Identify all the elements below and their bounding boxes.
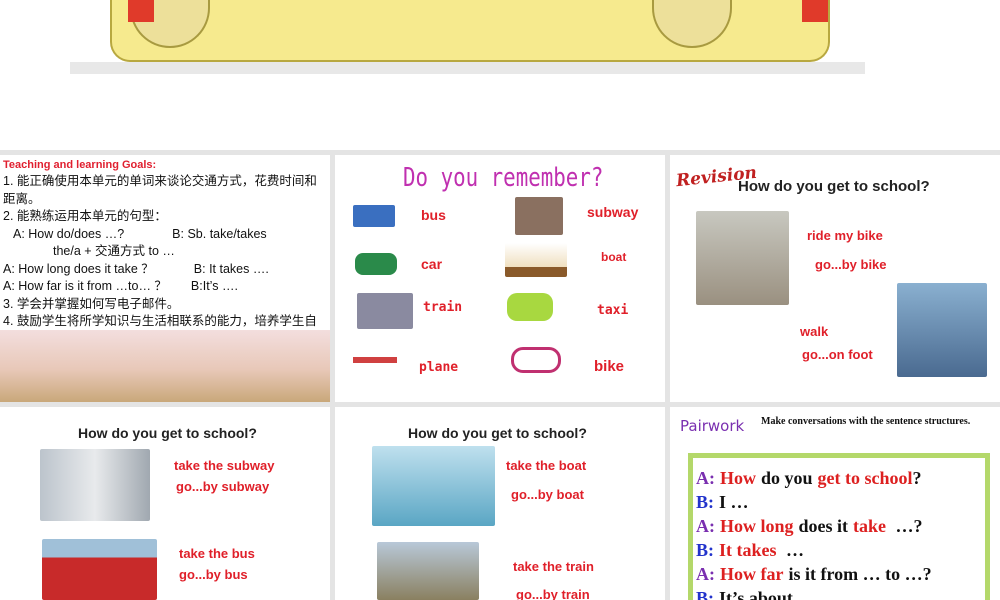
conversation-text: ? <box>912 468 922 488</box>
bus-photo <box>42 539 157 600</box>
taxi-picture <box>507 293 553 321</box>
goal-line: B: Sb. take/takes <box>172 226 267 241</box>
word-train: train <box>423 300 463 315</box>
subway-picture <box>515 197 563 235</box>
boat-picture <box>505 243 567 277</box>
word-plane: plane <box>419 360 459 375</box>
goal-line: the/a + 交通方式 to … <box>53 244 175 258</box>
slide-title: How do you get to school? <box>78 425 257 441</box>
goal-line: A: How long does it take ？ <box>3 261 154 276</box>
speaker-label: B: <box>696 492 714 512</box>
goal-line: A: How do/does …? <box>13 226 125 241</box>
word-subway: subway <box>587 204 639 220</box>
conversation-text: How <box>720 468 756 488</box>
girl-on-bike-photo <box>696 211 789 305</box>
goal-line: B: It takes …. <box>193 261 269 276</box>
goals-title: Teaching and learning Goals: <box>3 159 157 171</box>
conversation-text: I … <box>719 492 749 512</box>
car-shadow <box>70 62 865 74</box>
pairwork-title: Pairwork <box>680 417 745 435</box>
conversation-box: A: How do you get to school? B: I … A: How long… <box>688 453 990 600</box>
car-slide-top <box>0 0 1000 150</box>
conversation-text: does it <box>798 516 849 536</box>
phrase-by-bus: go...by bus <box>179 567 248 582</box>
phrase-by-train: go...by train <box>516 587 590 600</box>
boat-train-slide: How do you get to school? take the boat … <box>335 407 665 600</box>
phrase-take-boat: take the boat <box>506 458 587 473</box>
conversation-text: It’s about <box>719 588 793 600</box>
slide-title: How do you get to school? <box>408 425 587 441</box>
conversation-line: B: It’s about <box>696 586 985 600</box>
goal-line: 1. 能正确使用本单元的单词来谈论交通方式，花费时间和距离。 <box>3 174 317 206</box>
word-bike: bike <box>594 358 625 375</box>
conversation-line: A: How do you get to school? <box>696 466 985 490</box>
boat-photo <box>372 446 495 526</box>
conversation-text: take <box>853 516 887 536</box>
students-walking-illustration <box>0 330 330 402</box>
conversation-text: How far <box>720 564 784 584</box>
conversation-text: How long <box>720 516 794 536</box>
phrase-ride-my-bike: ride my bike <box>807 228 883 243</box>
word-car: car <box>421 256 443 272</box>
plane-picture <box>353 345 397 375</box>
conversation-line: A: How long does it take …? <box>696 514 985 538</box>
conversation-line: B: I … <box>696 490 985 514</box>
speaker-label: A: <box>696 564 715 584</box>
conversation-line: B: It takes … <box>696 538 985 562</box>
conversation-line: A: How far is it from … to …? <box>696 562 985 586</box>
revision-slide: Revision How do you get to school? ride … <box>670 155 1000 402</box>
goal-line: 2. 能熟练运用本单元的句型： <box>3 209 167 223</box>
conversation-text: It takes <box>719 540 777 560</box>
phrase-on-foot: go...on foot <box>802 347 873 362</box>
revision-title: How do you get to school? <box>738 178 930 195</box>
phrase-by-subway: go...by subway <box>176 479 270 494</box>
speaker-label: B: <box>696 588 714 600</box>
subway-photo <box>40 449 150 521</box>
vocab-slide: Do you remember? bus subway car boat tra… <box>335 155 665 402</box>
conversation-text: … <box>781 540 804 560</box>
conversation-text: do you <box>761 468 813 488</box>
vocab-title: Do you remember? <box>403 163 604 193</box>
conversation-text: get to school <box>817 468 913 488</box>
word-taxi: taxi <box>597 303 629 318</box>
speaker-label: A: <box>696 516 715 536</box>
kids-walking-photo <box>897 283 987 377</box>
bus-picture <box>353 205 395 227</box>
car-picture <box>355 253 397 275</box>
goal-line: 3. 学会并掌握如何写电子邮件。 <box>3 296 180 311</box>
phrase-walk: walk <box>800 324 829 339</box>
word-boat: boat <box>601 250 627 264</box>
phrase-by-boat: go...by boat <box>511 487 584 502</box>
phrase-take-subway: take the subway <box>174 458 275 473</box>
phrase-take-train: take the train <box>513 559 594 574</box>
goals-slide: Teaching and learning Goals: 1. 能正确使用本单元… <box>0 155 330 402</box>
goal-line: B:It’s …. <box>190 279 238 293</box>
bike-picture <box>511 347 561 373</box>
conversation-text: …? <box>891 516 923 536</box>
train-picture <box>357 293 413 329</box>
pairwork-instruction: Make conversations with the sentence str… <box>761 416 971 427</box>
car-illustration <box>110 0 830 62</box>
phrase-take-bus: take the bus <box>179 546 255 561</box>
word-bus: bus <box>421 207 446 223</box>
phrase-by-bike: go...by bike <box>815 257 887 272</box>
tail-light <box>128 0 154 22</box>
pairwork-slide: Pairwork Make conversations with the sen… <box>670 407 1000 600</box>
speaker-label: A: <box>696 468 715 488</box>
subway-bus-slide: How do you get to school? take the subwa… <box>0 407 330 600</box>
conversation-text: is it from … to …? <box>788 564 932 584</box>
speaker-label: B: <box>696 540 714 560</box>
train-photo <box>377 542 479 600</box>
goal-line: A: How far is it from …to… ？ <box>3 279 167 293</box>
wheel-arch <box>652 0 732 48</box>
tail-light <box>802 0 828 22</box>
